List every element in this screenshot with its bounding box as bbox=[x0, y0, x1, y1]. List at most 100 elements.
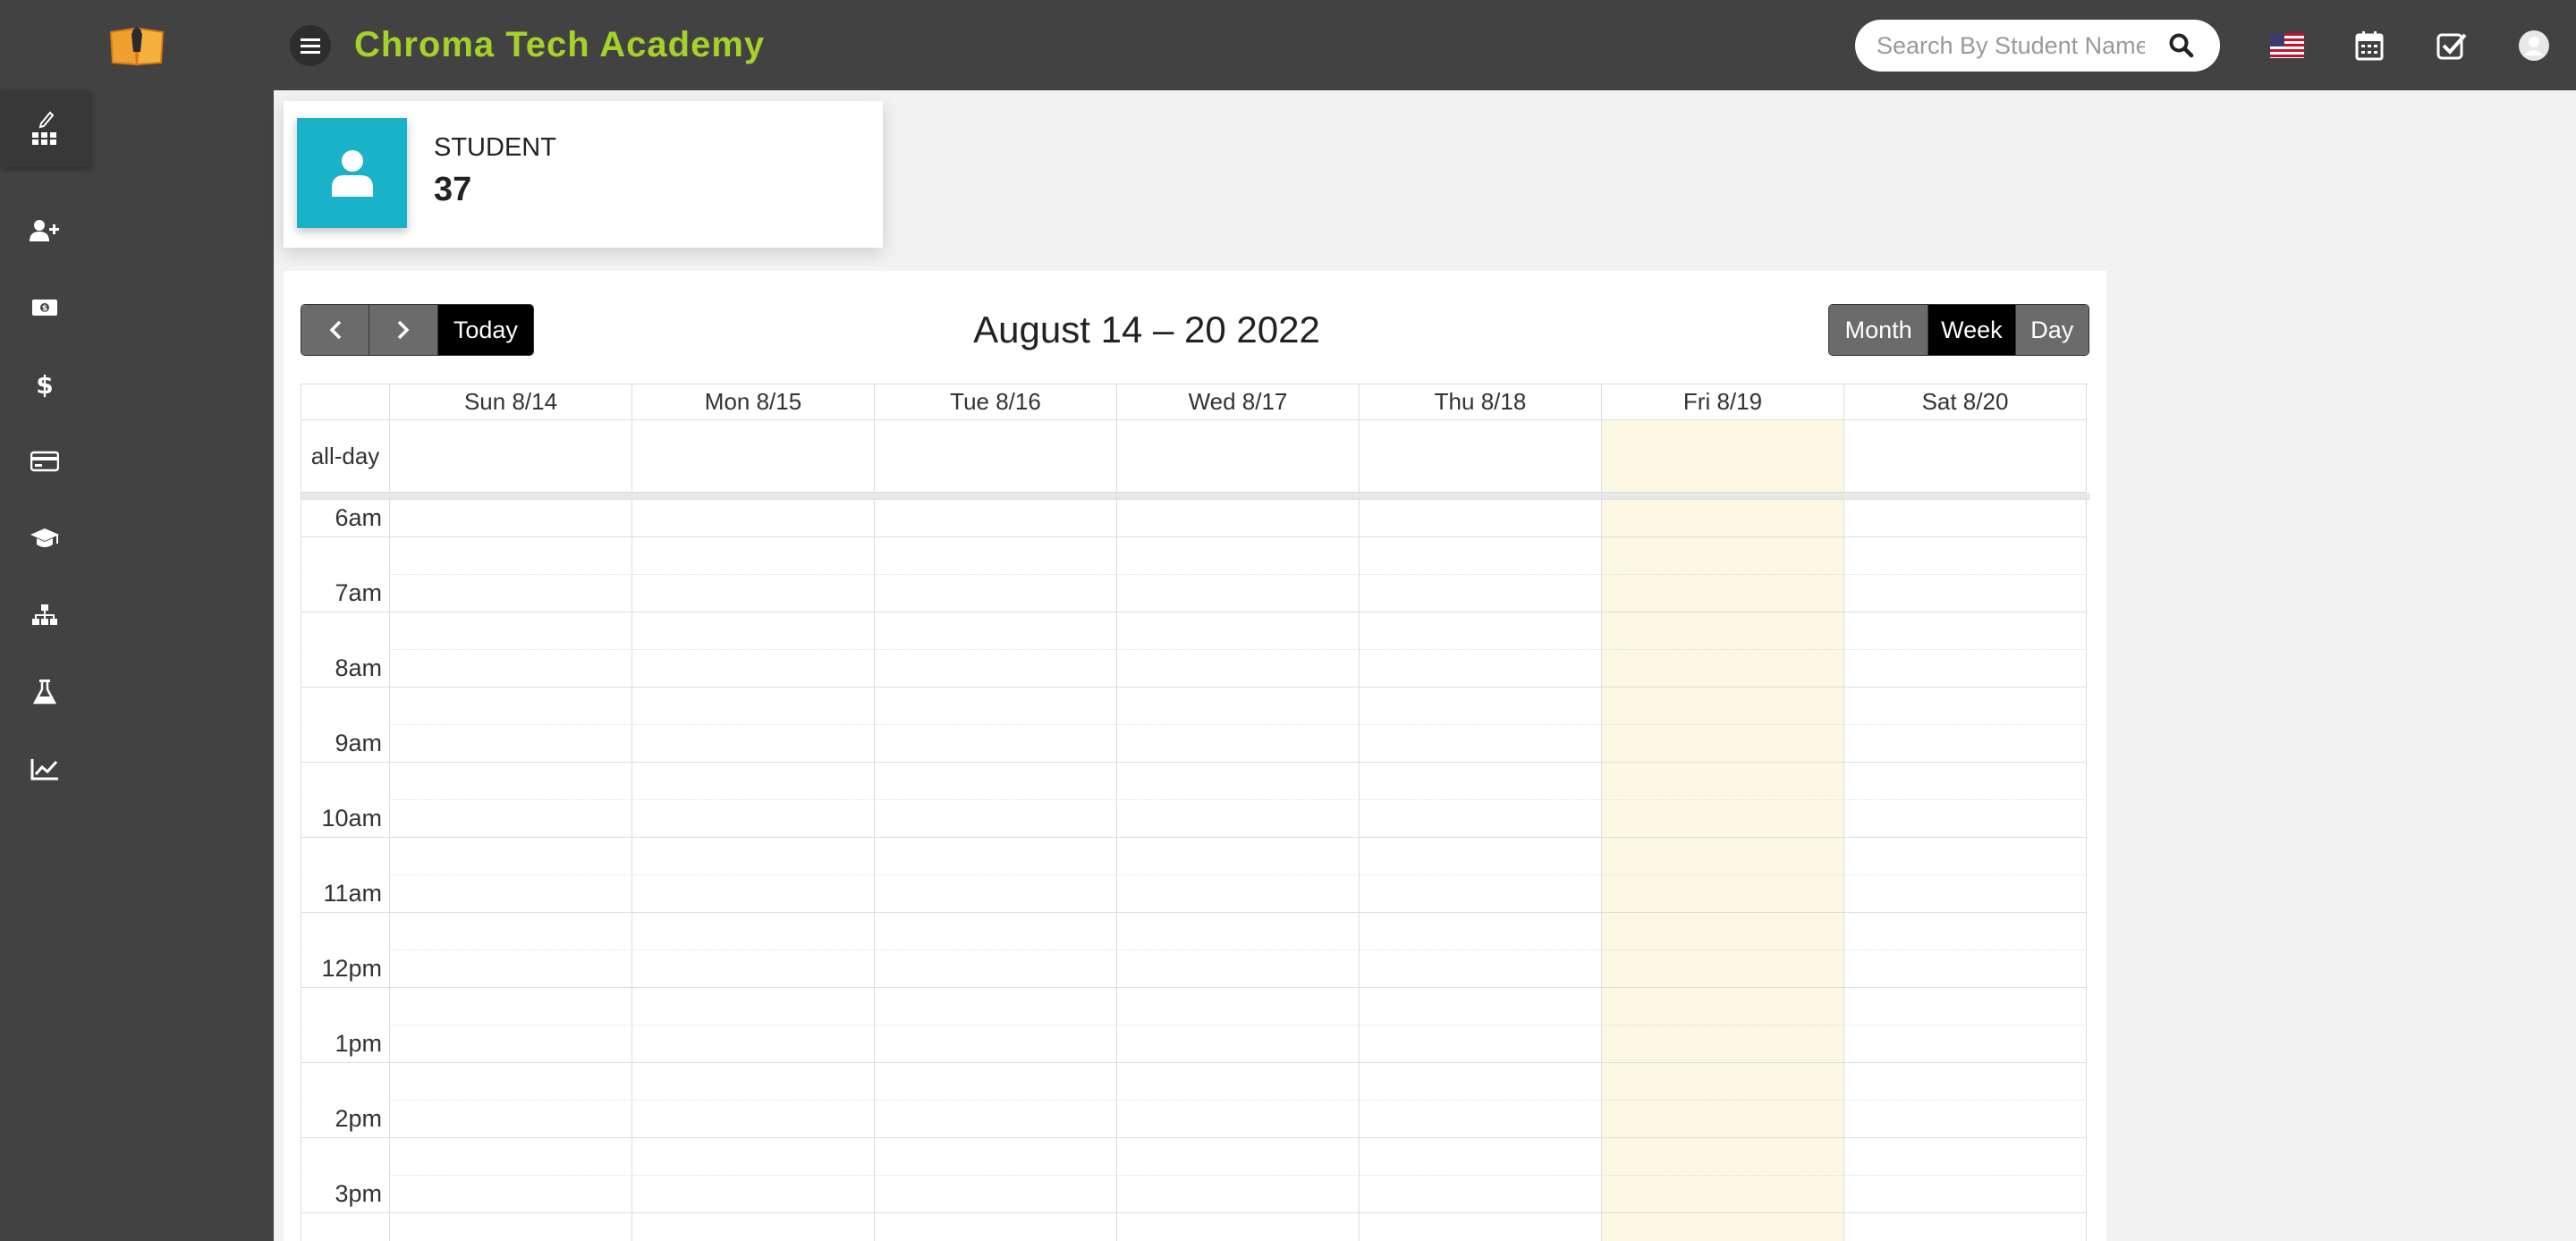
time-slot-cell[interactable] bbox=[1117, 763, 1360, 800]
time-slot-cell[interactable] bbox=[875, 1063, 1117, 1101]
time-slot-cell[interactable] bbox=[1360, 500, 1602, 537]
time-slot-cell[interactable] bbox=[1117, 913, 1360, 950]
time-slot-cell[interactable] bbox=[1360, 725, 1602, 763]
time-slot-cell[interactable] bbox=[390, 688, 632, 725]
all-day-cell[interactable] bbox=[390, 420, 632, 493]
time-slot-cell[interactable] bbox=[632, 575, 875, 612]
time-slot-cell[interactable] bbox=[632, 838, 875, 875]
time-slot-cell[interactable] bbox=[632, 800, 875, 838]
us-flag-icon[interactable] bbox=[2267, 25, 2308, 66]
time-slot-cell[interactable] bbox=[875, 988, 1117, 1026]
all-day-cell[interactable] bbox=[1117, 420, 1360, 493]
time-slot-cell-today[interactable] bbox=[1602, 1138, 1844, 1176]
time-slot-cell[interactable] bbox=[632, 1176, 875, 1213]
time-slot-cell[interactable] bbox=[1360, 575, 1602, 612]
time-slot-cell[interactable] bbox=[390, 1213, 632, 1241]
time-slot-cell[interactable] bbox=[1360, 537, 1602, 575]
hamburger-menu-button[interactable] bbox=[290, 25, 331, 66]
time-slot-cell[interactable] bbox=[632, 913, 875, 950]
time-slot-cell-today[interactable] bbox=[1602, 800, 1844, 838]
calendar-icon[interactable] bbox=[2349, 25, 2390, 66]
time-slot-cell[interactable] bbox=[1844, 1138, 2087, 1176]
time-slot-cell[interactable] bbox=[1844, 1176, 2087, 1213]
time-slot-cell[interactable] bbox=[1360, 838, 1602, 875]
time-slot-cell[interactable] bbox=[1360, 950, 1602, 988]
time-slot-cell-today[interactable] bbox=[1602, 950, 1844, 988]
time-slot-cell[interactable] bbox=[1360, 875, 1602, 913]
time-slot-cell[interactable] bbox=[1844, 1101, 2087, 1138]
sidebar-item-fees[interactable]: $ bbox=[0, 269, 89, 346]
time-slot-cell[interactable] bbox=[1117, 612, 1360, 650]
time-slot-cell[interactable] bbox=[632, 1026, 875, 1063]
time-slot-cell[interactable] bbox=[390, 650, 632, 688]
time-slot-cell[interactable] bbox=[875, 575, 1117, 612]
sidebar-item-courses[interactable] bbox=[0, 500, 89, 577]
time-slot-cell[interactable] bbox=[632, 537, 875, 575]
time-slot-cell[interactable] bbox=[390, 913, 632, 950]
user-avatar-icon[interactable] bbox=[2513, 25, 2555, 66]
time-slot-cell[interactable] bbox=[632, 763, 875, 800]
time-slot-cell[interactable] bbox=[875, 1138, 1117, 1176]
time-slot-cell[interactable] bbox=[632, 612, 875, 650]
time-slot-cell[interactable] bbox=[875, 1213, 1117, 1241]
time-slot-cell[interactable] bbox=[1360, 688, 1602, 725]
view-month-button[interactable]: Month bbox=[1829, 305, 1929, 355]
sidebar-item-add-student[interactable] bbox=[0, 192, 89, 269]
all-day-cell[interactable] bbox=[632, 420, 875, 493]
time-slot-cell[interactable] bbox=[1844, 988, 2087, 1026]
time-slot-cell-today[interactable] bbox=[1602, 575, 1844, 612]
time-slot-cell[interactable] bbox=[1117, 688, 1360, 725]
time-slot-cell[interactable] bbox=[390, 500, 632, 537]
time-slot-cell[interactable] bbox=[875, 913, 1117, 950]
time-slot-cell[interactable] bbox=[1117, 1101, 1360, 1138]
search-icon[interactable] bbox=[2168, 32, 2195, 59]
time-slot-cell[interactable] bbox=[1360, 1026, 1602, 1063]
time-slot-cell[interactable] bbox=[1117, 1026, 1360, 1063]
time-slot-cell-today[interactable] bbox=[1602, 1026, 1844, 1063]
time-slot-cell[interactable] bbox=[1844, 725, 2087, 763]
time-slot-cell[interactable] bbox=[1360, 1176, 1602, 1213]
time-slot-cell[interactable] bbox=[632, 1101, 875, 1138]
all-day-cell[interactable] bbox=[875, 420, 1117, 493]
time-slot-cell[interactable] bbox=[1844, 688, 2087, 725]
time-slot-cell[interactable] bbox=[632, 1138, 875, 1176]
academy-logo-icon[interactable] bbox=[107, 21, 166, 70]
time-slot-cell[interactable] bbox=[1844, 913, 2087, 950]
time-slot-cell[interactable] bbox=[1360, 1101, 1602, 1138]
student-search-input[interactable] bbox=[1877, 29, 2145, 63]
time-slot-cell[interactable] bbox=[1117, 650, 1360, 688]
time-slot-cell[interactable] bbox=[390, 838, 632, 875]
view-day-button[interactable]: Day bbox=[2015, 305, 2089, 355]
time-slot-cell[interactable] bbox=[390, 575, 632, 612]
time-slot-cell[interactable] bbox=[875, 800, 1117, 838]
time-slot-cell[interactable] bbox=[390, 988, 632, 1026]
time-slot-cell[interactable] bbox=[1844, 875, 2087, 913]
time-slot-cell[interactable] bbox=[1117, 500, 1360, 537]
time-slot-cell[interactable] bbox=[390, 763, 632, 800]
time-slot-cell[interactable] bbox=[390, 800, 632, 838]
time-slot-cell[interactable] bbox=[1117, 575, 1360, 612]
time-slot-cell[interactable] bbox=[875, 1176, 1117, 1213]
time-slot-cell-today[interactable] bbox=[1602, 1101, 1844, 1138]
time-slot-cell[interactable] bbox=[1117, 875, 1360, 913]
next-week-button[interactable] bbox=[369, 305, 438, 355]
time-slot-cell[interactable] bbox=[390, 537, 632, 575]
time-slot-cell[interactable] bbox=[632, 650, 875, 688]
view-week-button[interactable]: Week bbox=[1928, 305, 2016, 355]
sidebar-item-structure[interactable] bbox=[0, 577, 89, 654]
time-slot-cell[interactable] bbox=[1844, 1213, 2087, 1241]
time-slot-cell[interactable] bbox=[1360, 913, 1602, 950]
time-slot-cell[interactable] bbox=[1360, 1213, 1602, 1241]
time-slot-cell[interactable] bbox=[875, 500, 1117, 537]
time-slot-cell[interactable] bbox=[1117, 950, 1360, 988]
time-slot-cell-today[interactable] bbox=[1602, 612, 1844, 650]
all-day-cell-today[interactable] bbox=[1602, 420, 1844, 493]
time-slot-cell[interactable] bbox=[632, 1063, 875, 1101]
time-slot-cell[interactable] bbox=[632, 725, 875, 763]
time-slot-cell[interactable] bbox=[1117, 725, 1360, 763]
time-slot-cell-today[interactable] bbox=[1602, 875, 1844, 913]
time-slot-cell[interactable] bbox=[875, 688, 1117, 725]
time-slot-cell[interactable] bbox=[1360, 1138, 1602, 1176]
time-slot-cell[interactable] bbox=[1360, 612, 1602, 650]
time-slot-cell[interactable] bbox=[632, 875, 875, 913]
